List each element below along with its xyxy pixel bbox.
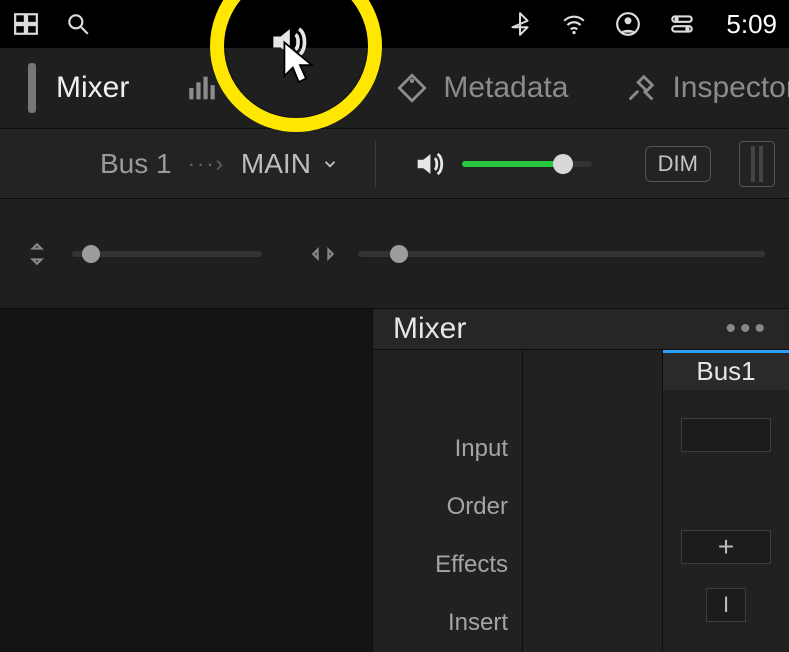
bus-name[interactable]: Bus 1 bbox=[100, 148, 172, 180]
divider bbox=[375, 141, 376, 187]
search-icon[interactable] bbox=[64, 10, 92, 38]
slider-thumb[interactable] bbox=[390, 245, 408, 263]
bus-destination-dropdown[interactable]: MAIN bbox=[241, 148, 339, 180]
bottom-area: Mixer ••• Input Order Effects Insert Bus… bbox=[0, 308, 789, 652]
row-label-effects: Effects bbox=[373, 536, 522, 594]
channel-name: Bus1 bbox=[696, 356, 755, 387]
vertical-zoom-slider[interactable] bbox=[72, 251, 262, 257]
slider-thumb[interactable] bbox=[82, 245, 100, 263]
volume-thumb[interactable] bbox=[553, 154, 573, 174]
system-status-bar: 5:09 bbox=[0, 0, 789, 48]
tab-metadata-label: Metadata bbox=[443, 71, 568, 105]
monitor-speaker-icon[interactable] bbox=[412, 147, 446, 181]
tracks-panel bbox=[0, 309, 372, 652]
vertical-zoom-icon bbox=[24, 241, 50, 267]
mixer-panel-header: Mixer ••• bbox=[372, 309, 789, 349]
toggles-icon bbox=[668, 10, 696, 38]
mixer-panel-title: Mixer bbox=[393, 312, 466, 346]
tab-meters[interactable] bbox=[157, 48, 247, 128]
horizontal-zoom-icon bbox=[310, 241, 336, 267]
timeline-zoom-row bbox=[0, 198, 789, 308]
row-label-input: Input bbox=[373, 420, 522, 478]
mixer-panel-body: Input Order Effects Insert Bus1 + I bbox=[372, 349, 789, 652]
tab-inspector[interactable]: Inspector bbox=[596, 48, 789, 128]
tab-mixer[interactable]: Mixer bbox=[0, 48, 157, 128]
bus-routing-strip: Bus 1 ···› MAIN DIM bbox=[0, 128, 789, 198]
wifi-icon bbox=[560, 10, 588, 38]
input-slot[interactable] bbox=[681, 418, 771, 452]
monitor-volume-slider[interactable] bbox=[462, 161, 592, 167]
mixer-fader-icon bbox=[28, 63, 36, 113]
insert-slot[interactable]: I bbox=[706, 588, 746, 622]
add-effect-button[interactable]: + bbox=[681, 530, 771, 564]
mixer-blank-column bbox=[523, 350, 663, 652]
mixer-channel-bus1: Bus1 + I bbox=[663, 350, 789, 652]
row-label-order: Order bbox=[373, 478, 522, 536]
output-meter bbox=[739, 141, 775, 187]
panels-icon bbox=[12, 10, 40, 38]
clock: 5:09 bbox=[726, 9, 777, 40]
chevron-down-icon bbox=[321, 155, 339, 173]
tools-icon bbox=[624, 71, 658, 105]
dim-button[interactable]: DIM bbox=[645, 146, 711, 182]
speaker-icon bbox=[266, 20, 310, 64]
app-toolbar: Mixer Metadata Inspector bbox=[0, 48, 789, 128]
tab-metadata[interactable]: Metadata bbox=[367, 48, 596, 128]
account-icon bbox=[614, 10, 642, 38]
bluetooth-icon bbox=[506, 10, 534, 38]
mixer-panel-menu[interactable]: ••• bbox=[725, 312, 769, 346]
mixer-row-labels: Input Order Effects Insert bbox=[373, 350, 523, 652]
horizontal-zoom-slider[interactable] bbox=[358, 251, 765, 257]
meters-icon bbox=[185, 71, 219, 105]
mixer-panel: Mixer ••• Input Order Effects Insert Bus… bbox=[372, 309, 789, 652]
route-arrow-icon: ···› bbox=[188, 151, 225, 177]
volume-fill bbox=[462, 161, 563, 167]
channel-header[interactable]: Bus1 bbox=[663, 350, 789, 390]
row-label-insert: Insert bbox=[373, 594, 522, 652]
tab-inspector-label: Inspector bbox=[672, 71, 789, 105]
tab-mixer-label: Mixer bbox=[56, 71, 129, 105]
tag-icon bbox=[395, 71, 429, 105]
bus-destination-label: MAIN bbox=[241, 148, 311, 180]
